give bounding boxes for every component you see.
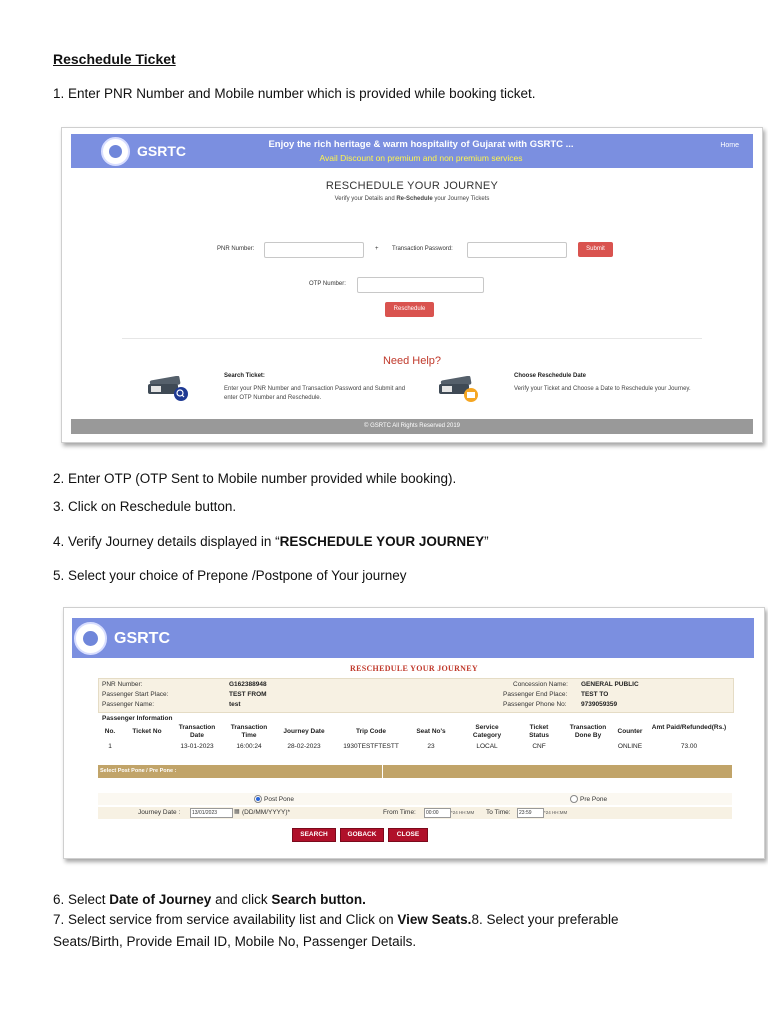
- from-time-label: From Time:: [383, 809, 416, 816]
- col-ticket-status: Ticket Status: [529, 724, 549, 739]
- passenger-name-value: test: [229, 701, 241, 708]
- reschedule-title: RESCHEDULE YOUR JOURNEY: [325, 180, 499, 192]
- search-ticket-text: Enter your PNR Number and Transaction Pa…: [224, 386, 406, 401]
- reschedule-button[interactable]: Reschedule: [385, 302, 434, 317]
- pnr-label: PNR Number:: [102, 681, 143, 688]
- end-place-label: Passenger End Place:: [503, 691, 568, 698]
- reschedule-title: RESCHEDULE YOUR JOURNEY: [350, 664, 478, 673]
- col-transaction-date: Transaction Date: [178, 724, 216, 739]
- table-cell: ONLINE: [617, 743, 643, 750]
- gsrtc-header-bar: GSRTC: [72, 618, 754, 658]
- otp-input[interactable]: [357, 277, 484, 293]
- gsrtc-brand: GSRTC: [114, 630, 170, 647]
- footer-copyright: © GSRTC All Rights Reserved 2019: [71, 419, 753, 434]
- select-postpone-label: Select Post Pone / Pre Pone :: [100, 768, 177, 774]
- need-help-heading: Need Help?: [382, 355, 442, 367]
- plus-sign: +: [375, 246, 379, 252]
- col-counter: Counter: [617, 728, 643, 735]
- step-3-text: 3. Click on Reschedule button.: [53, 499, 237, 514]
- select-postpone-bar: Select Post Pone / Pre Pone :: [98, 765, 732, 778]
- journey-date-input[interactable]: 13/01/2023: [190, 808, 233, 818]
- passenger-info-heading: Passenger Information: [102, 715, 173, 722]
- gsrtc-logo-icon: [74, 622, 107, 655]
- prepone-label: Pre Pone: [580, 796, 608, 803]
- table-cell: 73.00: [680, 743, 698, 750]
- table-cell: 28-02-2023: [287, 743, 321, 750]
- search-ticket-title: Search Ticket:: [224, 373, 265, 379]
- table-cell: CNF: [532, 743, 546, 750]
- to-time-label: To Time:: [486, 809, 511, 816]
- gsrtc-header-bar: GSRTC Enjoy the rich heritage & warm hos…: [71, 134, 753, 168]
- home-link[interactable]: Home: [720, 142, 739, 149]
- start-place-value: TEST FROM: [229, 691, 267, 698]
- col-no: No.: [104, 728, 116, 735]
- table-cell: 23: [427, 743, 435, 750]
- postpone-radio[interactable]: [254, 795, 262, 803]
- choose-date-title: Choose Reschedule Date: [514, 373, 587, 379]
- gsrtc-brand: GSRTC: [137, 143, 186, 159]
- ticket-info-table: PNR Number: G162388948 Passenger Start P…: [98, 678, 734, 713]
- pnr-value: G162388948: [229, 681, 267, 688]
- step-1-text: 1. Enter PNR Number and Mobile number wh…: [53, 86, 536, 101]
- submit-button[interactable]: Submit: [578, 242, 613, 257]
- journey-date-label: Journey Date :: [138, 809, 181, 816]
- phone-label: Passenger Phone No:: [503, 701, 567, 708]
- search-button[interactable]: SEARCH: [292, 828, 336, 842]
- table-cell: 16:00:24: [236, 743, 262, 750]
- passenger-name-label: Passenger Name:: [102, 701, 155, 708]
- col-journey-date: Journey Date: [283, 728, 325, 735]
- transaction-password-label: Transaction Password:: [392, 246, 453, 252]
- choose-date-text: Verify your Ticket and Choose a Date to …: [514, 386, 691, 392]
- pnr-input[interactable]: [264, 242, 364, 258]
- from-time-hint: *24 HH:MM: [451, 810, 475, 815]
- screenshot-reschedule-form: GSRTC Enjoy the rich heritage & warm hos…: [61, 127, 763, 443]
- concession-value: GENERAL PUBLIC: [581, 681, 639, 688]
- col-ticket-no: Ticket No: [132, 728, 162, 735]
- header-discount-text: Avail Discount on premium and non premiu…: [319, 153, 523, 163]
- goback-button[interactable]: GOBACK: [340, 828, 384, 842]
- postpone-prepone-row: Post Pone Pre Pone: [98, 793, 732, 805]
- journey-date-row: Journey Date : 13/01/2023 ▦ (DD/MM/YYYY)…: [98, 807, 732, 819]
- end-place-value: TEST TO: [581, 691, 609, 698]
- date-format-hint: (DD/MM/YYYY)*: [242, 809, 291, 816]
- otp-label: OTP Number:: [309, 281, 346, 287]
- table-cell: 1930TESTFTESTT: [343, 743, 399, 750]
- table-cell: 1: [108, 743, 112, 750]
- postpone-label: Post Pone: [264, 796, 294, 803]
- col-transaction-time: Transaction Time: [230, 724, 268, 739]
- step-2-text: 2. Enter OTP (OTP Sent to Mobile number …: [53, 471, 457, 486]
- search-ticket-icon: [148, 376, 188, 401]
- phone-value: 9739059359: [581, 701, 618, 708]
- col-service-category: Service Category: [472, 724, 502, 739]
- to-time-hint: *24 HH:MM: [544, 810, 568, 815]
- step-6-text: 6. Select Date of Journey and click Sear…: [53, 892, 366, 907]
- from-time-input[interactable]: 00:00: [424, 808, 451, 818]
- calendar-icon[interactable]: ▦: [234, 808, 240, 815]
- start-place-label: Passenger Start Place:: [102, 691, 169, 698]
- col-trip-code: Trip Code: [356, 728, 386, 735]
- choose-date-icon: [439, 376, 478, 402]
- transaction-password-input[interactable]: [467, 242, 567, 258]
- screenshot-journey-details: GSRTC RESCHEDULE YOUR JOURNEY PNR Number…: [63, 607, 765, 859]
- table-cell: 13-01-2023: [180, 743, 214, 750]
- step-4-text: 4. Verify Journey details displayed in “…: [53, 534, 489, 549]
- prepone-radio[interactable]: [570, 795, 578, 803]
- col-transaction-done-by: Transaction Done By: [569, 724, 607, 739]
- step-5-text: 5. Select your choice of Prepone /Postpo…: [53, 568, 407, 583]
- concession-label: Concession Name:: [513, 681, 568, 688]
- divider: [122, 338, 702, 339]
- step-7-text: 7. Select service from service availabil…: [53, 912, 619, 927]
- table-cell: LOCAL: [476, 743, 498, 750]
- step-7-continued-text: Seats/Birth, Provide Email ID, Mobile No…: [53, 934, 417, 949]
- close-button[interactable]: CLOSE: [388, 828, 428, 842]
- reschedule-subtitle: Verify your Details and Re-Schedule your…: [334, 196, 490, 202]
- header-tagline: Enjoy the rich heritage & warm hospitali…: [268, 139, 574, 150]
- document-heading: Reschedule Ticket: [53, 51, 176, 67]
- col-seat-nos: Seat No's: [416, 728, 446, 735]
- pnr-label: PNR Number:: [217, 246, 255, 252]
- col-amount: Amt Paid/Refunded(Rs.): [651, 724, 727, 731]
- to-time-input[interactable]: 23:59: [517, 808, 544, 818]
- gsrtc-logo-icon: [101, 137, 130, 166]
